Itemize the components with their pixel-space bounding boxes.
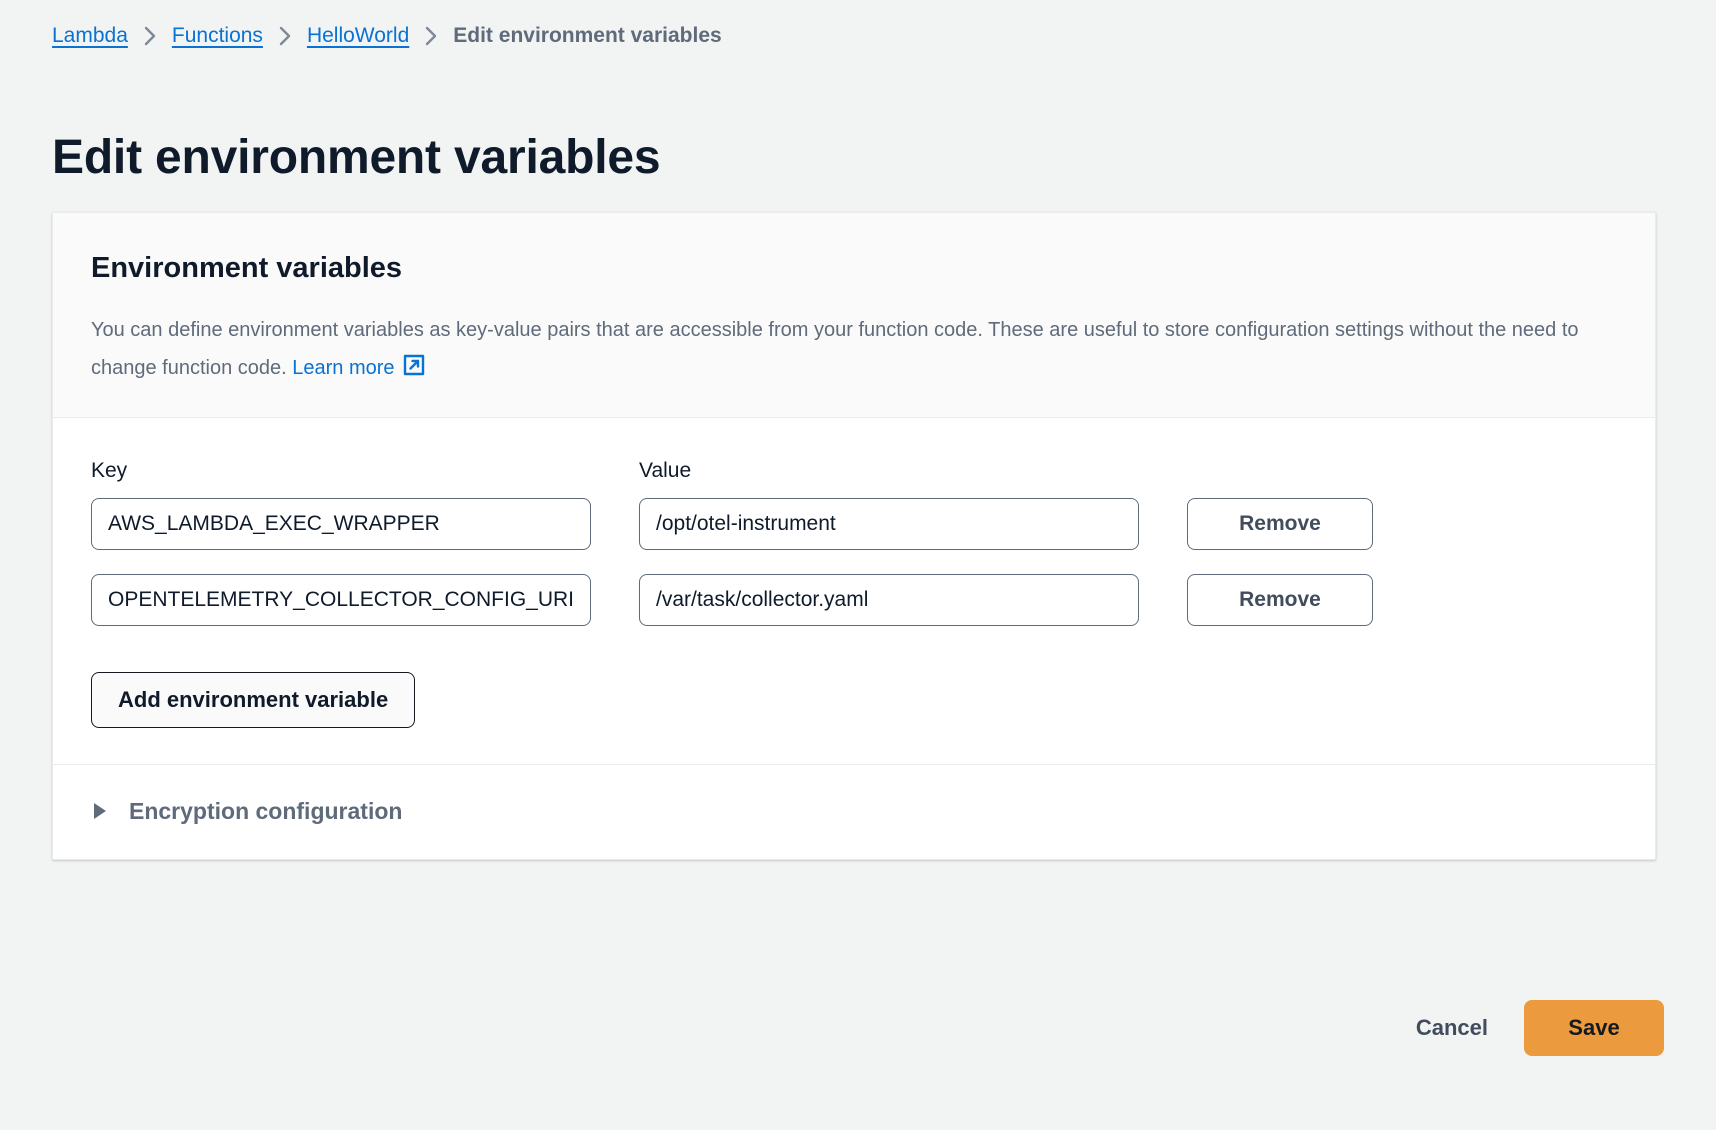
edit-environment-variables-page: Lambda Functions HelloWorld Edit environ… [0,0,1716,1130]
value-column-label: Value [639,459,692,482]
key-input[interactable] [91,498,591,550]
card-description: You can define environment variables as … [91,311,1617,387]
value-field-wrapper [639,498,1187,550]
breadcrumb-item-current: Edit environment variables [453,24,722,47]
encryption-configuration-label: Encryption configuration [129,798,403,824]
value-field-wrapper [639,574,1187,626]
column-headers: Key Value [91,458,1617,484]
cancel-button[interactable]: Cancel [1390,1000,1514,1056]
remove-button[interactable]: Remove [1187,498,1373,550]
key-field-wrapper [91,498,639,550]
card-heading: Environment variables [91,252,403,284]
save-button[interactable]: Save [1524,1000,1664,1056]
card-header: Environment variables You can define env… [53,213,1655,418]
key-field-wrapper [91,574,639,626]
caret-right-icon[interactable] [91,801,117,821]
environment-variable-row: Remove [91,498,1617,550]
environment-variables-card: Environment variables You can define env… [52,212,1656,860]
chevron-right-icon [263,24,307,48]
footer-actions: Cancel Save [1390,1000,1664,1056]
external-link-icon[interactable] [402,353,426,377]
chevron-right-icon [128,24,172,48]
environment-variable-row: Remove [91,574,1617,626]
key-input[interactable] [91,574,591,626]
encryption-configuration-expander[interactable]: Encryption configuration [53,765,1655,859]
remove-button[interactable]: Remove [1187,574,1373,626]
add-environment-variable-button[interactable]: Add environment variable [91,672,416,728]
chevron-right-icon [409,24,453,48]
page-title: Edit environment variables [52,131,661,185]
breadcrumb: Lambda Functions HelloWorld Edit environ… [52,24,722,48]
value-input[interactable] [639,498,1139,550]
key-column-label: Key [91,459,128,482]
card-body: Key Value Remove Remove [53,418,1655,765]
learn-more-link[interactable]: Learn more [292,357,394,379]
breadcrumb-item-functions[interactable]: Functions [172,24,263,48]
value-input[interactable] [639,574,1139,626]
breadcrumb-item-lambda[interactable]: Lambda [52,24,128,48]
breadcrumb-item-helloworld[interactable]: HelloWorld [307,24,409,48]
